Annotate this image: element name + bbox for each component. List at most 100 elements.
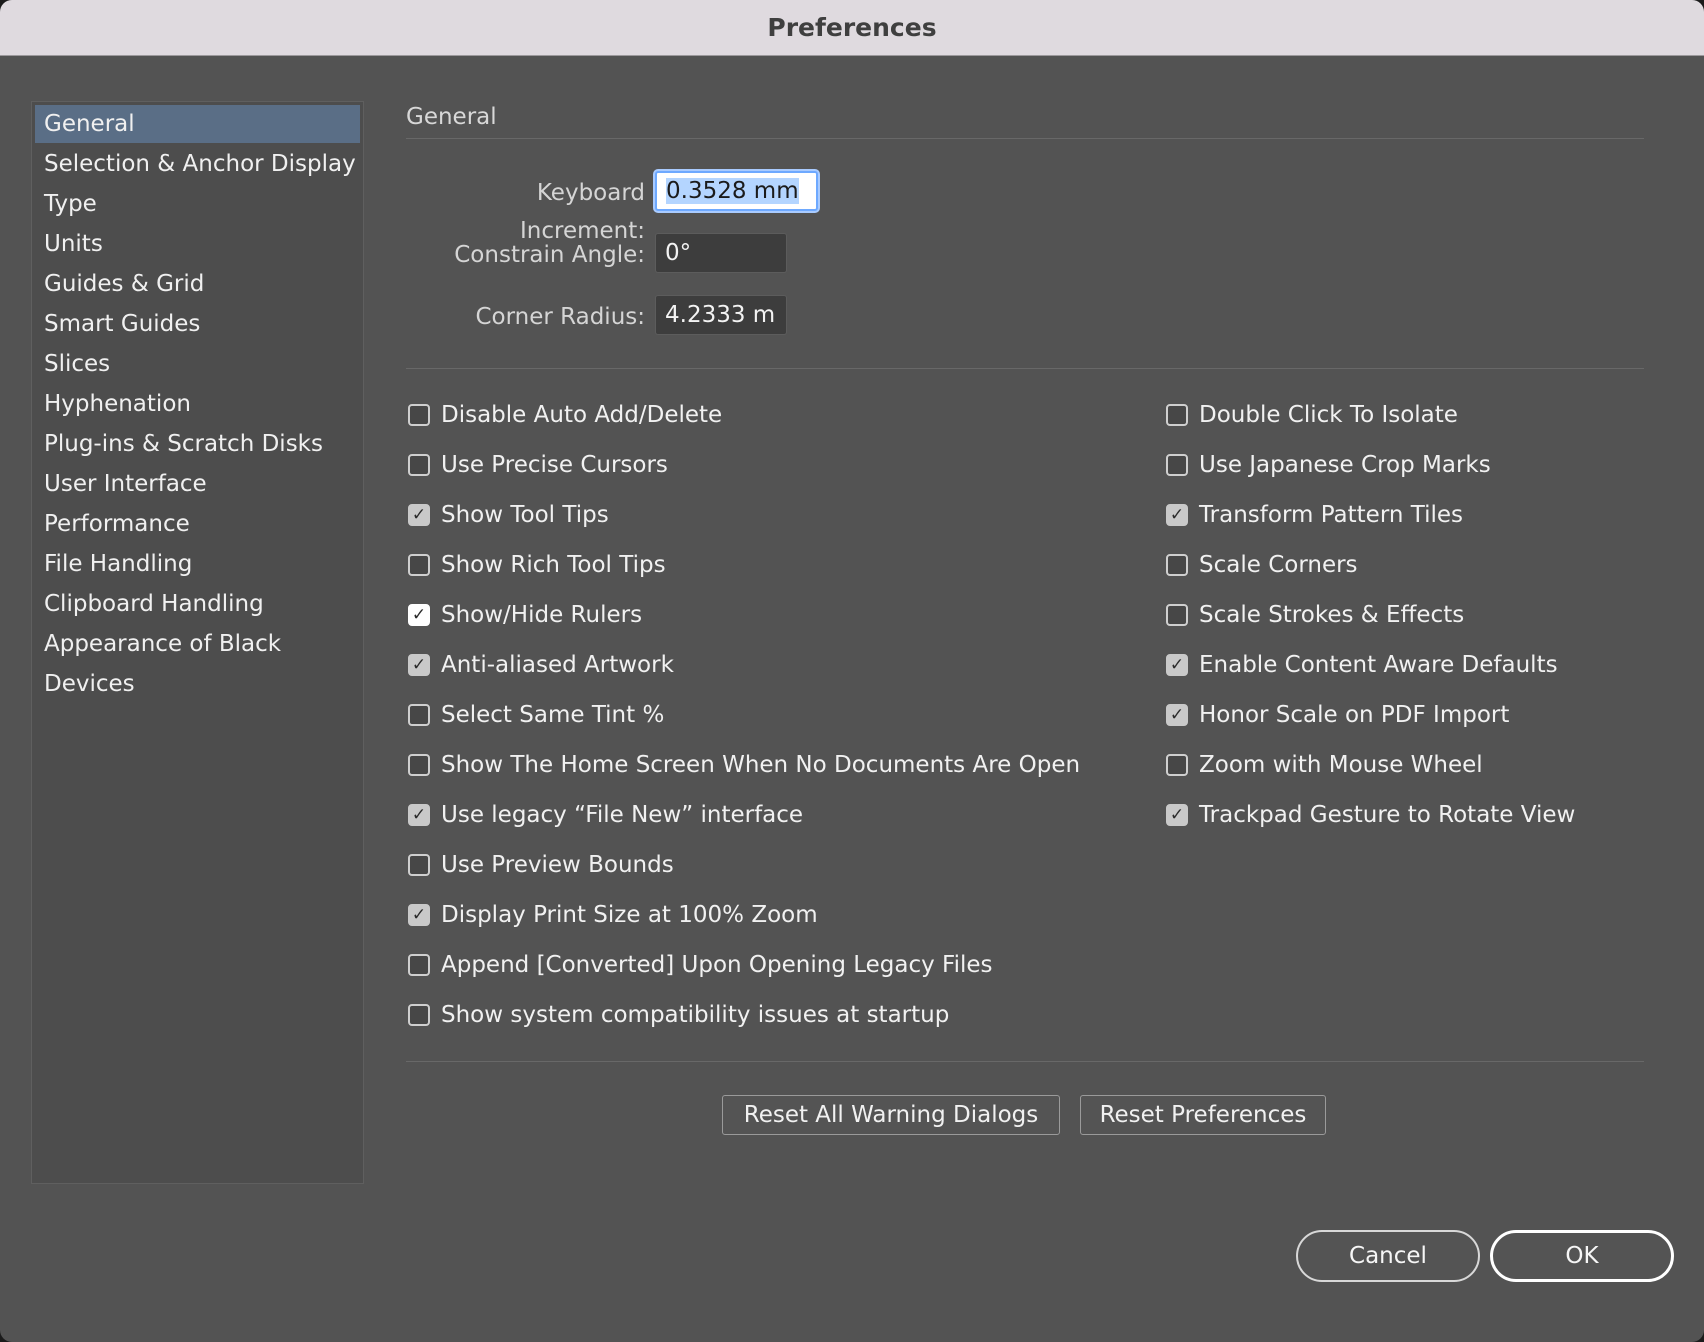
sidebar-item-user-interface[interactable]: User Interface <box>35 465 360 503</box>
sidebar-item-type[interactable]: Type <box>35 185 360 223</box>
checkbox-select-same-tint[interactable]: Select Same Tint % <box>408 700 664 730</box>
checkbox-label: Append [Converted] Upon Opening Legacy F… <box>441 952 993 978</box>
checkbox-unchecked-icon[interactable] <box>408 854 430 876</box>
checkbox-label: Use Precise Cursors <box>441 452 668 478</box>
checkbox-show-rich-tool-tips[interactable]: Show Rich Tool Tips <box>408 550 666 580</box>
checkbox-unchecked-icon[interactable] <box>408 404 430 426</box>
checkbox-scale-corners[interactable]: Scale Corners <box>1166 550 1358 580</box>
checkbox-append-converted-upon-opening-legacy-files[interactable]: Append [Converted] Upon Opening Legacy F… <box>408 950 993 980</box>
checkbox-label: Show The Home Screen When No Documents A… <box>441 752 1081 778</box>
checkbox-checked-icon[interactable]: ✓ <box>408 904 430 926</box>
checkbox-honor-scale-on-pdf-import[interactable]: ✓ Honor Scale on PDF Import <box>1166 700 1509 730</box>
checkmark-icon: ✓ <box>411 904 427 925</box>
checkbox-label: Use legacy “File New” interface <box>441 802 804 828</box>
checkbox-label: Zoom with Mouse Wheel <box>1199 752 1483 778</box>
ok-button[interactable]: OK <box>1490 1230 1674 1282</box>
section-title: General <box>406 104 497 130</box>
checkbox-use-precise-cursors[interactable]: Use Precise Cursors <box>408 450 668 480</box>
checkbox-display-print-size-at-100-zoom[interactable]: ✓ Display Print Size at 100% Zoom <box>408 900 818 930</box>
checkbox-unchecked-icon[interactable] <box>1166 554 1188 576</box>
checkbox-unchecked-icon[interactable] <box>1166 404 1188 426</box>
keyboard-increment-input[interactable] <box>655 171 818 211</box>
checkbox-checked-icon[interactable]: ✓ <box>408 604 430 626</box>
checkmark-icon: ✓ <box>411 504 427 525</box>
checkbox-use-legacy-file-new-interface[interactable]: ✓ Use legacy “File New” interface <box>408 800 803 830</box>
checkbox-unchecked-icon[interactable] <box>408 454 430 476</box>
sidebar-item-slices[interactable]: Slices <box>35 345 360 383</box>
checkbox-scale-strokes-effects[interactable]: Scale Strokes & Effects <box>1166 600 1464 630</box>
checkbox-anti-aliased-artwork[interactable]: ✓ Anti-aliased Artwork <box>408 650 674 680</box>
constrain-angle-label: Constrain Angle: <box>454 242 645 268</box>
sidebar-item-selection-anchor-display[interactable]: Selection & Anchor Display <box>35 145 360 183</box>
checkbox-label: Show system compatibility issues at star… <box>441 1002 950 1028</box>
checkbox-checked-icon[interactable]: ✓ <box>1166 804 1188 826</box>
checkbox-label: Show/Hide Rulers <box>441 602 643 628</box>
checkbox-checked-icon[interactable]: ✓ <box>408 804 430 826</box>
checkmark-icon: ✓ <box>1169 704 1185 725</box>
checkbox-zoom-with-mouse-wheel[interactable]: Zoom with Mouse Wheel <box>1166 750 1483 780</box>
checkbox-show-the-home-screen-when-no-documents-are-open[interactable]: Show The Home Screen When No Documents A… <box>408 750 1080 780</box>
checkbox-checked-icon[interactable]: ✓ <box>1166 504 1188 526</box>
checkbox-checked-icon[interactable]: ✓ <box>408 504 430 526</box>
checkbox-label: Transform Pattern Tiles <box>1199 502 1464 528</box>
corner-radius-input[interactable] <box>655 295 787 335</box>
checkbox-use-japanese-crop-marks[interactable]: Use Japanese Crop Marks <box>1166 450 1491 480</box>
checkbox-disable-auto-add-delete[interactable]: Disable Auto Add/Delete <box>408 400 722 430</box>
preferences-sidebar: General Selection & Anchor Display Type Uni… <box>31 101 364 1184</box>
sidebar-item-appearance-of-black[interactable]: Appearance of Black <box>35 625 360 663</box>
checkmark-icon: ✓ <box>411 804 427 825</box>
checkbox-double-click-to-isolate[interactable]: Double Click To Isolate <box>1166 400 1458 430</box>
checkbox-label: Trackpad Gesture to Rotate View <box>1199 802 1576 828</box>
checkbox-label: Enable Content Aware Defaults <box>1199 652 1558 678</box>
checkbox-unchecked-icon[interactable] <box>1166 754 1188 776</box>
sidebar-item-clipboard-handling[interactable]: Clipboard Handling <box>35 585 360 623</box>
checkmark-icon: ✓ <box>411 654 427 675</box>
sidebar-item-hyphenation[interactable]: Hyphenation <box>35 385 360 423</box>
title-bar[interactable]: Preferences <box>0 0 1704 56</box>
checkbox-checked-icon[interactable]: ✓ <box>1166 704 1188 726</box>
checkbox-label: Double Click To Isolate <box>1199 402 1458 428</box>
checkbox-unchecked-icon[interactable] <box>408 704 430 726</box>
checkbox-unchecked-icon[interactable] <box>1166 454 1188 476</box>
checkbox-label: Honor Scale on PDF Import <box>1199 702 1510 728</box>
sidebar-item-guides-grid[interactable]: Guides & Grid <box>35 265 360 303</box>
checkbox-unchecked-icon[interactable] <box>408 954 430 976</box>
checkbox-label: Scale Corners <box>1199 552 1358 578</box>
checkmark-icon: ✓ <box>1169 654 1185 675</box>
checkbox-enable-content-aware-defaults[interactable]: ✓ Enable Content Aware Defaults <box>1166 650 1558 680</box>
checkbox-trackpad-gesture-to-rotate-view[interactable]: ✓ Trackpad Gesture to Rotate View <box>1166 800 1575 830</box>
sidebar-item-units[interactable]: Units <box>35 225 360 263</box>
checkbox-checked-icon[interactable]: ✓ <box>408 654 430 676</box>
checkbox-unchecked-icon[interactable] <box>408 1004 430 1026</box>
fields-divider <box>406 368 1644 369</box>
sidebar-item-performance[interactable]: Performance <box>35 505 360 543</box>
checkbox-label: Disable Auto Add/Delete <box>441 402 723 428</box>
cancel-button[interactable]: Cancel <box>1296 1230 1480 1282</box>
corner-radius-label: Corner Radius: <box>475 304 645 330</box>
checkbox-unchecked-icon[interactable] <box>1166 604 1188 626</box>
checkbox-unchecked-icon[interactable] <box>408 754 430 776</box>
checkbox-label: Use Preview Bounds <box>441 852 674 878</box>
sidebar-item-smart-guides[interactable]: Smart Guides <box>35 305 360 343</box>
checkbox-label: Show Rich Tool Tips <box>441 552 666 578</box>
sidebar-item-plug-ins-scratch-disks[interactable]: Plug-ins & Scratch Disks <box>35 425 360 463</box>
checkmark-icon: ✓ <box>1169 804 1185 825</box>
checkbox-label: Use Japanese Crop Marks <box>1199 452 1491 478</box>
constrain-angle-input[interactable] <box>655 233 787 273</box>
checkbox-label: Show Tool Tips <box>441 502 609 528</box>
checkbox-show-system-compatibility-issues-at-startup[interactable]: Show system compatibility issues at star… <box>408 1000 949 1030</box>
reset-warning-dialogs-button[interactable]: Reset All Warning Dialogs <box>722 1095 1060 1135</box>
checkbox-unchecked-icon[interactable] <box>408 554 430 576</box>
sidebar-item-devices[interactable]: Devices <box>35 665 360 703</box>
sidebar-item-file-handling[interactable]: File Handling <box>35 545 360 583</box>
checkbox-transform-pattern-tiles[interactable]: ✓ Transform Pattern Tiles <box>1166 500 1463 530</box>
checkbox-label: Scale Strokes & Effects <box>1199 602 1465 628</box>
checkbox-label: Display Print Size at 100% Zoom <box>441 902 818 928</box>
checkbox-use-preview-bounds[interactable]: Use Preview Bounds <box>408 850 674 880</box>
checkbox-checked-icon[interactable]: ✓ <box>1166 654 1188 676</box>
checkmark-icon: ✓ <box>1169 504 1185 525</box>
sidebar-item-general[interactable]: General <box>35 105 360 143</box>
reset-preferences-button[interactable]: Reset Preferences <box>1080 1095 1326 1135</box>
checkbox-show-tool-tips[interactable]: ✓ Show Tool Tips <box>408 500 609 530</box>
checkbox-show-hide-rulers[interactable]: ✓ Show/Hide Rulers <box>408 600 642 630</box>
